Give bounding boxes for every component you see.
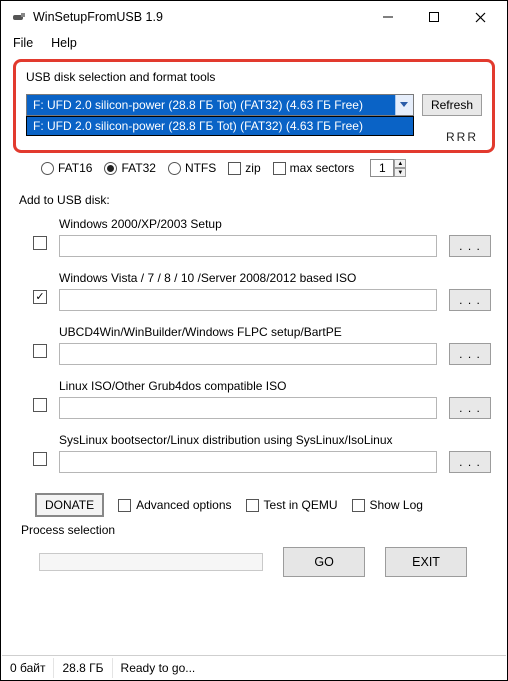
spinner-down-icon[interactable]: ▼: [394, 168, 406, 177]
item-path-input[interactable]: [59, 343, 437, 365]
radio-fat32[interactable]: FAT32: [104, 161, 155, 175]
item-checkbox[interactable]: [33, 344, 47, 358]
options-row: DONATE Advanced options Test in QEMU Sho…: [13, 485, 495, 521]
browse-button[interactable]: . . .: [449, 235, 491, 257]
browse-button[interactable]: . . .: [449, 397, 491, 419]
minimize-button[interactable]: [365, 2, 411, 32]
item-label: SysLinux bootsector/Linux distribution u…: [59, 433, 437, 447]
radio-fat16-label: FAT16: [58, 161, 92, 175]
progress-bar: [39, 553, 263, 571]
usb-disk-combobox[interactable]: F: UFD 2.0 silicon-power (28.8 ГБ Tot) (…: [26, 94, 414, 116]
checkmark-icon: ✓: [35, 292, 44, 303]
sectors-spinner[interactable]: 1 ▲ ▼: [370, 159, 394, 177]
menu-file[interactable]: File: [9, 35, 37, 51]
menu-bar: File Help: [1, 33, 507, 53]
list-item: UBCD4Win/WinBuilder/Windows FLPC setup/B…: [13, 323, 495, 367]
item-path-input[interactable]: [59, 451, 437, 473]
checkbox-max-sectors-label: max sectors: [290, 161, 355, 175]
checkbox-icon: [352, 499, 365, 512]
format-options-row: FAT16 FAT32 NTFS zip max sectors 1 ▲ ▼: [13, 155, 495, 179]
radio-ntfs[interactable]: NTFS: [168, 161, 216, 175]
app-icon: [11, 9, 27, 25]
list-item: ✓ Windows Vista / 7 / 8 / 10 /Server 200…: [13, 269, 495, 313]
radio-ntfs-label: NTFS: [185, 161, 216, 175]
browse-button[interactable]: . . .: [449, 289, 491, 311]
obscured-text: RRR: [446, 130, 478, 144]
maximize-button[interactable]: [411, 2, 457, 32]
checkbox-show-log[interactable]: Show Log: [352, 498, 423, 512]
spinner-value: 1: [379, 161, 386, 175]
radio-icon: [41, 162, 54, 175]
item-label: Windows 2000/XP/2003 Setup: [59, 217, 437, 231]
item-checkbox[interactable]: [33, 236, 47, 250]
chevron-down-icon[interactable]: [395, 95, 413, 115]
go-button[interactable]: GO: [283, 547, 365, 577]
advanced-options-label: Advanced options: [136, 498, 231, 512]
usb-disk-dropdown-list: F: UFD 2.0 silicon-power (28.8 ГБ Tot) (…: [26, 116, 414, 136]
item-path-input[interactable]: [59, 235, 437, 257]
checkbox-advanced-options[interactable]: Advanced options: [118, 498, 231, 512]
exit-button[interactable]: EXIT: [385, 547, 467, 577]
show-log-label: Show Log: [370, 498, 423, 512]
checkbox-test-qemu[interactable]: Test in QEMU: [246, 498, 338, 512]
close-button[interactable]: [457, 2, 503, 32]
radio-icon: [168, 162, 181, 175]
status-bar: 0 байт 28.8 ГБ Ready to go...: [2, 655, 506, 679]
usb-selection-group: USB disk selection and format tools F: U…: [13, 59, 495, 153]
checkbox-zip[interactable]: zip: [228, 161, 260, 175]
item-label: Linux ISO/Other Grub4dos compatible ISO: [59, 379, 437, 393]
browse-button[interactable]: . . .: [449, 451, 491, 473]
list-item: SysLinux bootsector/Linux distribution u…: [13, 431, 495, 475]
status-size: 28.8 ГБ: [54, 658, 112, 678]
refresh-button[interactable]: Refresh: [422, 94, 482, 116]
add-section-title: Add to USB disk:: [19, 193, 495, 207]
checkbox-max-sectors[interactable]: max sectors: [273, 161, 355, 175]
list-item: Windows 2000/XP/2003 Setup . . .: [13, 215, 495, 259]
item-checkbox[interactable]: ✓: [33, 290, 47, 304]
test-qemu-label: Test in QEMU: [264, 498, 338, 512]
usb-section-title: USB disk selection and format tools: [26, 70, 482, 84]
item-path-input[interactable]: [59, 397, 437, 419]
menu-help[interactable]: Help: [47, 35, 81, 51]
checkbox-icon: [273, 162, 286, 175]
status-bytes: 0 байт: [2, 658, 54, 678]
donate-button[interactable]: DONATE: [35, 493, 104, 517]
item-path-input[interactable]: [59, 289, 437, 311]
usb-disk-option[interactable]: F: UFD 2.0 silicon-power (28.8 ГБ Tot) (…: [27, 117, 413, 135]
radio-fat16[interactable]: FAT16: [41, 161, 92, 175]
checkbox-icon: [246, 499, 259, 512]
checkbox-icon: [228, 162, 241, 175]
usb-disk-selected[interactable]: F: UFD 2.0 silicon-power (28.8 ГБ Tot) (…: [26, 94, 414, 116]
process-selection-label: Process selection: [13, 523, 495, 537]
item-checkbox[interactable]: [33, 452, 47, 466]
item-checkbox[interactable]: [33, 398, 47, 412]
checkbox-zip-label: zip: [245, 161, 260, 175]
browse-button[interactable]: . . .: [449, 343, 491, 365]
checkbox-icon: [118, 499, 131, 512]
action-row: GO EXIT: [13, 537, 495, 583]
title-bar: WinSetupFromUSB 1.9: [1, 1, 507, 33]
radio-fat32-label: FAT32: [121, 161, 155, 175]
status-message: Ready to go...: [113, 658, 506, 678]
list-item: Linux ISO/Other Grub4dos compatible ISO …: [13, 377, 495, 421]
radio-icon: [104, 162, 117, 175]
spinner-up-icon[interactable]: ▲: [394, 159, 406, 168]
item-label: Windows Vista / 7 / 8 / 10 /Server 2008/…: [59, 271, 437, 285]
item-label: UBCD4Win/WinBuilder/Windows FLPC setup/B…: [59, 325, 437, 339]
window-title: WinSetupFromUSB 1.9: [33, 10, 365, 24]
